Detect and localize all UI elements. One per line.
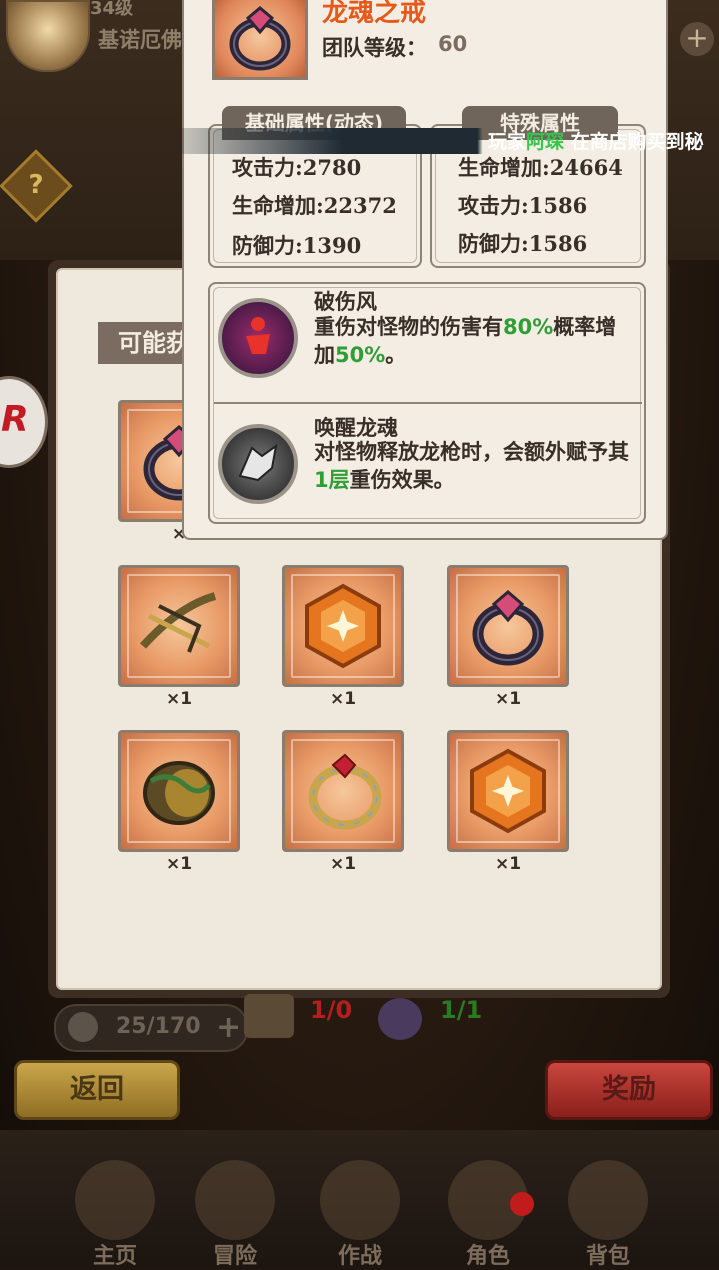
golden-ruby-ring-icon	[308, 753, 382, 830]
nav-label: 角色	[465, 1244, 510, 1269]
tooltip-item-frame	[212, 0, 308, 80]
adventure-icon	[195, 1160, 275, 1240]
basic-stat-line: 生命增加:22372	[232, 193, 397, 218]
stamina-pill[interactable]: 25/170 +	[54, 1004, 248, 1052]
special-stat-line: 生命增加:24664	[458, 155, 623, 180]
skill-description: 重伤对怪物的伤害有80%概率增加50%。	[314, 313, 630, 369]
dark-ruby-ring-icon	[229, 6, 291, 71]
dark-ruby-ring-icon	[472, 590, 544, 666]
team-level-value: 60	[438, 32, 468, 56]
skill-desc-part: 对怪物释放龙枪时，会额外赋予其	[314, 440, 629, 464]
nav-battle[interactable]: 作战	[300, 1150, 420, 1269]
notification-dot	[510, 1192, 534, 1216]
reward-item-slot[interactable]	[282, 565, 404, 687]
add-button[interactable]: +	[680, 22, 714, 56]
item-count: ×1	[165, 854, 193, 874]
orange-gem-icon	[305, 583, 381, 669]
announcement-text: 玩家阿琛 在商店购买到秘	[488, 127, 719, 154]
basic-stat-line: 防御力:1390	[232, 233, 362, 258]
basic-stat-line: 攻击力:2780	[232, 155, 362, 180]
skill-desc-part: 重伤对怪物的伤害有	[314, 315, 503, 339]
nav-label: 冒险	[212, 1244, 257, 1269]
tetanus-skill-icon	[218, 298, 298, 378]
stamina-value: 25/170	[116, 1014, 201, 1039]
skill-description: 对怪物释放龙枪时，会额外赋予其 1层重伤效果。	[314, 438, 630, 494]
orange-gem-icon	[470, 748, 546, 834]
dragon-soul-skill-icon	[218, 424, 298, 504]
skill-desc-part: 重伤效果。	[349, 468, 455, 492]
potion-count: 1/1	[440, 996, 483, 1024]
dragon-crossbow-icon	[140, 592, 217, 653]
home-icon	[75, 1160, 155, 1240]
bag-icon	[568, 1160, 648, 1240]
nav-bag[interactable]: 背包	[548, 1150, 668, 1269]
stamina-icon	[68, 1012, 98, 1042]
skill-highlight: 80%	[503, 315, 554, 339]
dragon-head-icon	[238, 443, 278, 482]
skill-divider	[214, 402, 642, 404]
item-count: ×1	[494, 689, 522, 709]
nav-home[interactable]: 主页	[55, 1150, 175, 1269]
item-count: ×1	[165, 689, 193, 709]
key-count: 1/0	[310, 996, 353, 1024]
item-count: ×1	[329, 854, 357, 874]
team-level-label: 团队等级：	[322, 36, 427, 60]
nav-label: 主页	[92, 1244, 137, 1269]
announcement-player: 阿琛	[526, 131, 565, 153]
jade-serpent-ring-icon	[143, 761, 215, 825]
r-icon: R	[1, 399, 29, 440]
potion-icon	[378, 998, 422, 1040]
reward-item-slot[interactable]	[447, 730, 569, 852]
item-count: ×1	[494, 854, 522, 874]
reward-button[interactable]: 奖励	[545, 1060, 713, 1120]
skill-highlight: 50%	[335, 343, 386, 367]
player-level: 34级	[90, 0, 134, 19]
question-icon: ?	[28, 170, 44, 200]
item-count: ×1	[329, 689, 357, 709]
back-button[interactable]: 返回	[14, 1060, 180, 1120]
announcement-suffix: 在商店购买到秘	[570, 131, 704, 153]
special-stat-line: 防御力:1586	[458, 231, 588, 256]
skill-highlight: 1层	[314, 468, 350, 492]
nav-label: 背包	[585, 1244, 630, 1269]
reward-item-slot[interactable]	[282, 730, 404, 852]
player-name: 基诺厄佛	[98, 28, 182, 52]
battle-icon	[320, 1160, 400, 1240]
special-stat-line: 攻击力:1586	[458, 193, 588, 218]
nav-label: 作战	[337, 1244, 382, 1269]
red-figure-icon	[246, 317, 270, 354]
tooltip-item-name: 龙魂之戒	[322, 0, 427, 28]
treasure-key-icon	[244, 994, 294, 1038]
reward-item-slot[interactable]	[447, 565, 569, 687]
stamina-plus-icon: +	[216, 1010, 242, 1045]
nav-adventure[interactable]: 冒险	[175, 1150, 295, 1269]
announcement-prefix: 玩家	[488, 131, 527, 153]
skill-title: 破伤风	[314, 290, 377, 314]
skill-desc-part: 。	[385, 343, 407, 367]
reward-item-slot[interactable]	[118, 730, 240, 852]
reward-item-slot[interactable]	[118, 565, 240, 687]
